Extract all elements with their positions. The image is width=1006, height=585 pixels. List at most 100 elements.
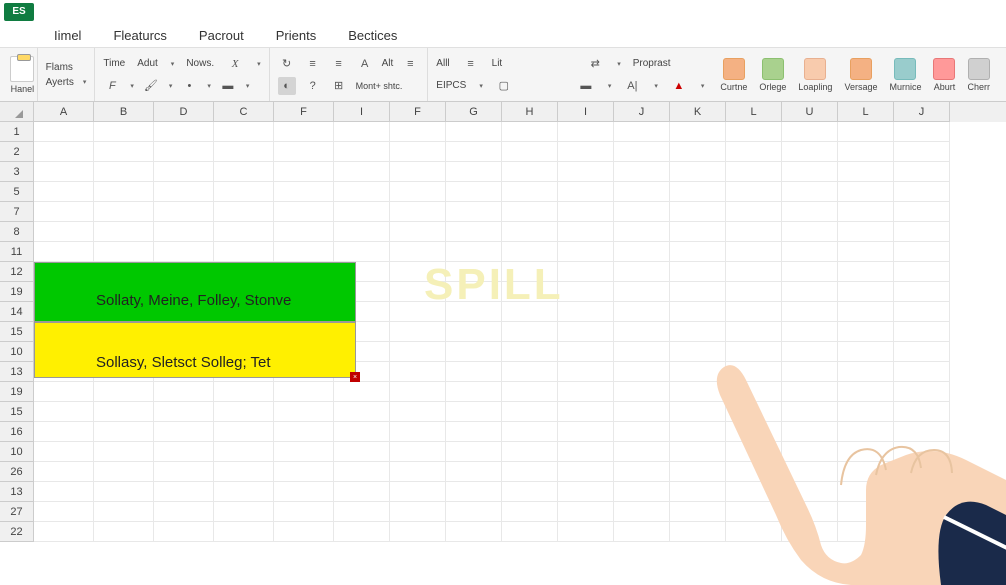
cell[interactable]	[34, 122, 94, 142]
cell[interactable]	[274, 222, 334, 242]
align-center-icon[interactable]: ≡	[330, 55, 348, 73]
cell[interactable]	[214, 382, 274, 402]
cell[interactable]	[614, 322, 670, 342]
tool-murnice[interactable]: Murnice	[889, 58, 921, 92]
row-header[interactable]: 12	[0, 262, 34, 282]
fill-icon[interactable]: ◐	[278, 77, 296, 95]
cell[interactable]	[214, 182, 274, 202]
cell[interactable]	[782, 122, 838, 142]
cell[interactable]	[34, 462, 94, 482]
row-header[interactable]: 7	[0, 202, 34, 222]
row-header[interactable]: 14	[0, 302, 34, 322]
cell[interactable]	[670, 202, 726, 222]
box-icon[interactable]: ▢	[495, 77, 513, 95]
cell[interactable]	[274, 182, 334, 202]
cell[interactable]	[726, 202, 782, 222]
cell[interactable]	[154, 202, 214, 222]
cell[interactable]	[446, 442, 502, 462]
cell[interactable]	[838, 142, 894, 162]
col-header[interactable]: L	[726, 102, 782, 122]
cell[interactable]	[274, 162, 334, 182]
cell[interactable]	[558, 202, 614, 222]
cell[interactable]	[94, 382, 154, 402]
cell[interactable]	[446, 322, 502, 342]
error-indicator-icon[interactable]: ×	[350, 372, 360, 382]
list-icon[interactable]: ≡	[462, 55, 480, 73]
cell[interactable]	[274, 402, 334, 422]
cell[interactable]	[274, 142, 334, 162]
cell[interactable]	[558, 282, 614, 302]
cell[interactable]	[390, 442, 446, 462]
cell[interactable]	[334, 462, 390, 482]
cell[interactable]	[274, 462, 334, 482]
cell[interactable]	[894, 162, 950, 182]
cell[interactable]	[614, 422, 670, 442]
cell[interactable]	[154, 142, 214, 162]
cell[interactable]	[670, 142, 726, 162]
col-header[interactable]: L	[838, 102, 894, 122]
cell[interactable]	[34, 222, 94, 242]
cell[interactable]	[94, 182, 154, 202]
cell[interactable]	[726, 282, 782, 302]
cell[interactable]	[390, 362, 446, 382]
cell[interactable]	[154, 222, 214, 242]
cell[interactable]	[94, 202, 154, 222]
cell[interactable]	[614, 482, 670, 502]
cell[interactable]	[558, 362, 614, 382]
cell[interactable]	[614, 122, 670, 142]
cell[interactable]	[334, 222, 390, 242]
cell[interactable]	[614, 362, 670, 382]
cell[interactable]	[390, 222, 446, 242]
cell[interactable]	[390, 242, 446, 262]
cell[interactable]	[446, 342, 502, 362]
cell[interactable]	[670, 262, 726, 282]
cell[interactable]	[558, 442, 614, 462]
cell[interactable]	[614, 262, 670, 282]
cell[interactable]	[614, 202, 670, 222]
cell[interactable]	[334, 402, 390, 422]
row-header[interactable]: 16	[0, 422, 34, 442]
cell[interactable]	[446, 502, 502, 522]
cell[interactable]	[214, 442, 274, 462]
cell[interactable]	[558, 522, 614, 542]
cell[interactable]	[614, 402, 670, 422]
tool-versage[interactable]: Versage	[844, 58, 877, 92]
cell[interactable]	[34, 162, 94, 182]
cell[interactable]	[390, 382, 446, 402]
menu-item-pacrout[interactable]: Pacrout	[195, 26, 248, 45]
tool-aburt[interactable]: Aburt	[933, 58, 955, 92]
cell[interactable]	[390, 462, 446, 482]
cell[interactable]	[274, 482, 334, 502]
cell[interactable]	[34, 522, 94, 542]
cell[interactable]	[446, 202, 502, 222]
cell[interactable]	[214, 242, 274, 262]
cell[interactable]	[154, 462, 214, 482]
row-header[interactable]: 15	[0, 322, 34, 342]
cell[interactable]	[214, 122, 274, 142]
cell[interactable]	[390, 422, 446, 442]
cell[interactable]	[558, 462, 614, 482]
tool-orlege[interactable]: Orlege	[759, 58, 786, 92]
col-header[interactable]: U	[782, 102, 838, 122]
cell[interactable]	[446, 362, 502, 382]
cell[interactable]	[446, 122, 502, 142]
brush-icon[interactable]: 🖌	[142, 77, 160, 95]
cell[interactable]	[502, 162, 558, 182]
cell[interactable]	[894, 282, 950, 302]
cell[interactable]	[390, 402, 446, 422]
cell[interactable]	[782, 182, 838, 202]
cell[interactable]	[446, 242, 502, 262]
cell[interactable]	[726, 142, 782, 162]
a2-icon[interactable]: A|	[623, 77, 641, 95]
cell[interactable]	[334, 142, 390, 162]
row-header[interactable]: 13	[0, 482, 34, 502]
col-header[interactable]: D	[154, 102, 214, 122]
menu-item-bectices[interactable]: Bectices	[344, 26, 401, 45]
cell[interactable]	[894, 202, 950, 222]
cell[interactable]	[782, 142, 838, 162]
cell[interactable]	[558, 422, 614, 442]
cell[interactable]	[446, 162, 502, 182]
cell[interactable]	[334, 162, 390, 182]
col-header[interactable]: A	[34, 102, 94, 122]
cell[interactable]	[558, 222, 614, 242]
